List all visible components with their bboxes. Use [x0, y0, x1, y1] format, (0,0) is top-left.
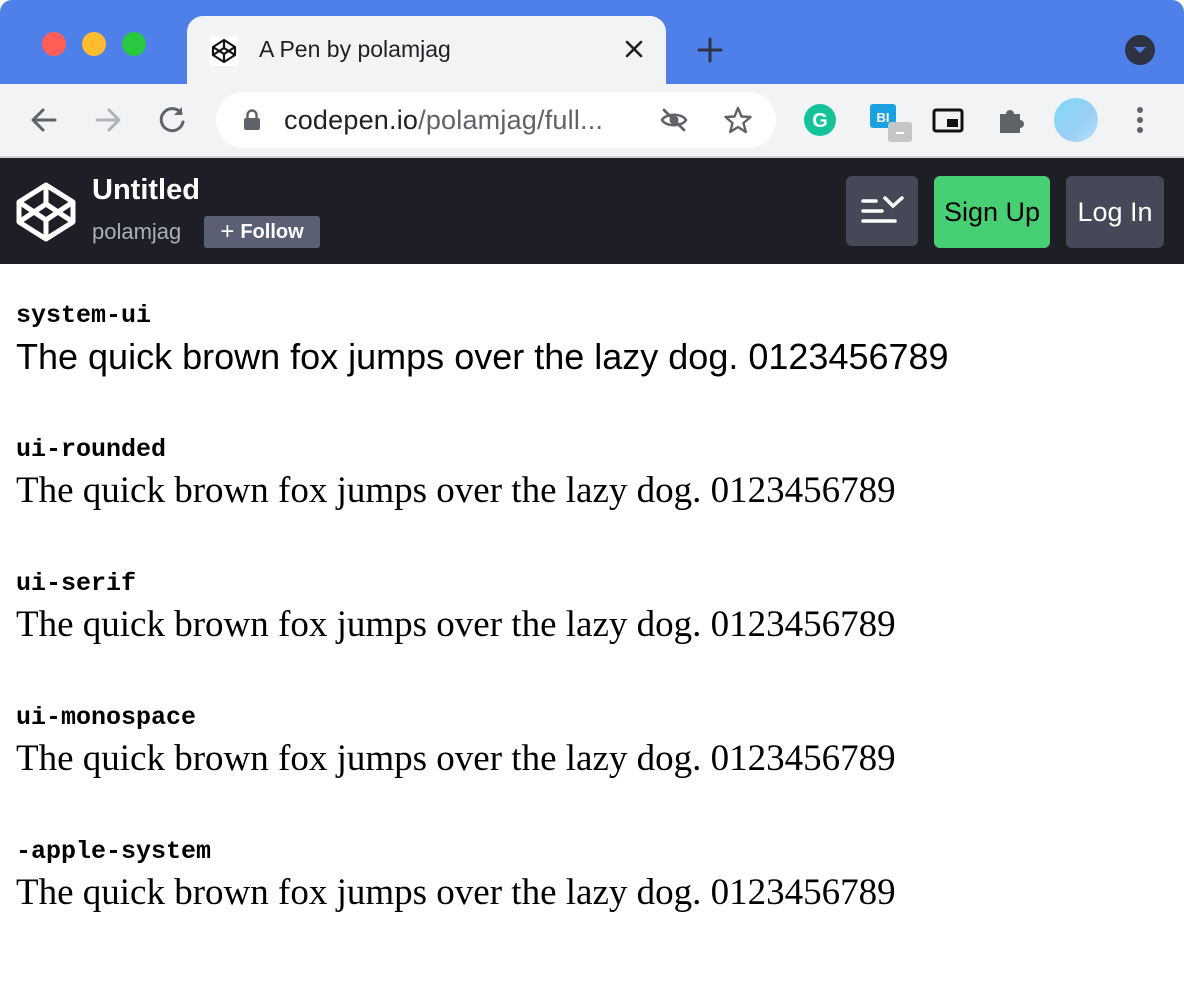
picture-in-picture-icon[interactable] — [930, 102, 966, 138]
font-name-label: ui-rounded — [16, 435, 167, 464]
codepen-header: Untitled polamjag + Follow Sign Up Log I… — [0, 158, 1184, 264]
codepen-favicon-icon — [209, 36, 239, 66]
browser-tab[interactable]: A Pen by polamjag — [187, 16, 666, 84]
pen-author-link[interactable]: polamjag — [92, 219, 181, 245]
follow-button[interactable]: + Follow — [204, 216, 320, 248]
bi-extension-icon[interactable]: BI — [866, 98, 914, 146]
change-view-button[interactable] — [846, 176, 918, 246]
forward-arrow-icon[interactable] — [90, 102, 126, 138]
back-arrow-icon[interactable] — [26, 102, 62, 138]
url-text[interactable]: codepen.io/polamjag/full... — [284, 105, 603, 136]
font-sample-text: The quick brown fox jumps over the lazy … — [16, 872, 896, 913]
chevron-down-icon — [1134, 47, 1146, 53]
layout-menu-icon — [861, 196, 904, 223]
tab-title: A Pen by polamjag — [259, 36, 451, 62]
pen-title[interactable]: Untitled — [92, 174, 200, 207]
font-name-label: ui-serif — [16, 569, 137, 598]
font-sample-text: The quick brown fox jumps over the lazy … — [16, 470, 896, 511]
sign-up-button[interactable]: Sign Up — [934, 176, 1050, 248]
lock-icon[interactable] — [240, 108, 264, 132]
address-bar[interactable]: codepen.io/polamjag/full... — [216, 92, 776, 148]
url-path: /polamjag/full... — [418, 105, 604, 135]
log-in-button[interactable]: Log In — [1066, 176, 1164, 248]
more-menu-icon[interactable] — [1122, 102, 1158, 138]
maximize-window-button[interactable] — [122, 32, 146, 56]
tab-search-button[interactable] — [1125, 35, 1155, 65]
close-tab-icon[interactable] — [621, 36, 647, 62]
profile-avatar[interactable] — [1054, 98, 1098, 142]
font-name-label: -apple-system — [16, 837, 212, 866]
follow-label: Follow — [240, 220, 304, 243]
font-sample-text: The quick brown fox jumps over the lazy … — [16, 604, 896, 645]
bookmark-star-icon[interactable] — [722, 104, 754, 136]
font-sample-text: The quick brown fox jumps over the lazy … — [16, 738, 896, 779]
font-sample-apple-system: -apple-system The quick brown fox jumps … — [16, 836, 1166, 970]
grammarly-letter: G — [812, 110, 828, 132]
minimize-window-button[interactable] — [82, 32, 106, 56]
reload-icon[interactable] — [154, 102, 190, 138]
bi-extension-label: BI — [877, 110, 890, 125]
font-sample-text: The quick brown fox jumps over the lazy … — [16, 336, 949, 377]
extensions-puzzle-icon[interactable] — [994, 102, 1030, 138]
url-host: codepen.io — [284, 105, 419, 135]
close-window-button[interactable] — [42, 32, 66, 56]
eye-off-icon[interactable] — [658, 104, 690, 136]
font-name-label: ui-monospace — [16, 703, 197, 732]
pen-output: system-ui The quick brown fox jumps over… — [16, 300, 1166, 970]
browser-toolbar: codepen.io/polamjag/full... G BI — [0, 84, 1184, 158]
font-name-label: system-ui — [16, 301, 152, 330]
font-sample-system-ui: system-ui The quick brown fox jumps over… — [16, 300, 1166, 434]
font-sample-ui-monospace: ui-monospace The quick brown fox jumps o… — [16, 702, 1166, 836]
browser-tab-strip: A Pen by polamjag — [0, 0, 1184, 84]
codepen-logo-icon[interactable] — [14, 180, 78, 244]
grammarly-icon[interactable]: G — [802, 102, 838, 138]
new-tab-icon[interactable] — [694, 34, 726, 66]
font-sample-ui-rounded: ui-rounded The quick brown fox jumps ove… — [16, 434, 1166, 568]
font-sample-ui-serif: ui-serif The quick brown fox jumps over … — [16, 568, 1166, 702]
plus-icon: + — [220, 218, 235, 245]
